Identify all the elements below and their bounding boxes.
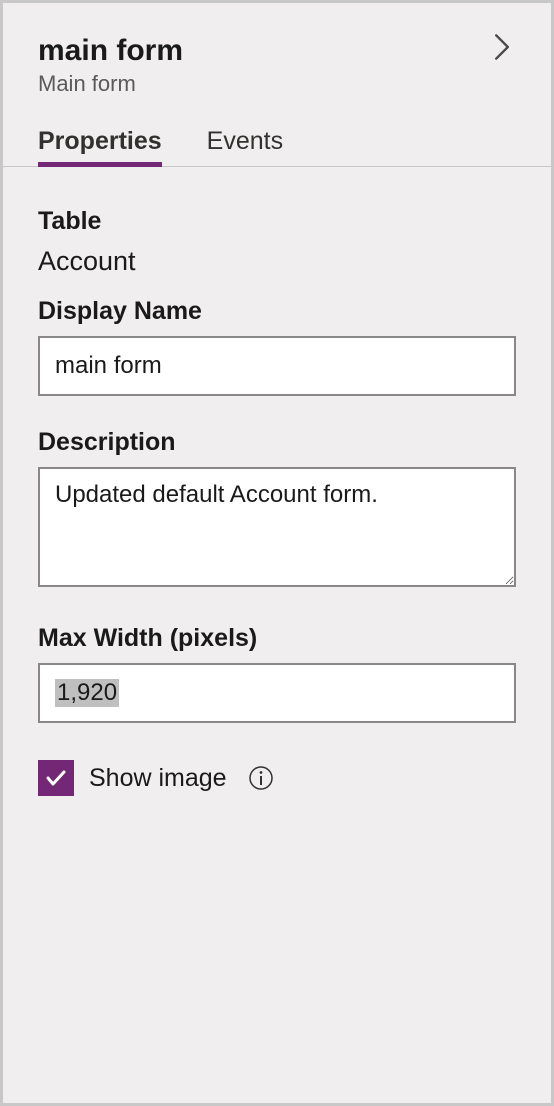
panel-header: main form Main form xyxy=(3,3,551,97)
panel-content: Table Account Display Name Description M… xyxy=(3,167,551,831)
tab-properties[interactable]: Properties xyxy=(38,127,162,166)
info-icon[interactable] xyxy=(247,764,275,792)
form-subtitle: Main form xyxy=(38,71,516,97)
tab-events[interactable]: Events xyxy=(207,127,283,166)
description-input[interactable] xyxy=(38,467,516,587)
table-field-group: Table Account xyxy=(38,207,516,277)
table-label: Table xyxy=(38,207,516,236)
display-name-field-group: Display Name xyxy=(38,297,516,396)
properties-panel: main form Main form Properties Events Ta… xyxy=(0,0,554,1106)
max-width-input[interactable]: 1,920 xyxy=(38,663,516,723)
max-width-value: 1,920 xyxy=(55,679,119,707)
form-title: main form xyxy=(38,33,516,69)
show-image-checkbox[interactable] xyxy=(38,760,74,796)
max-width-field-group: Max Width (pixels) 1,920 xyxy=(38,624,516,723)
display-name-input[interactable] xyxy=(38,336,516,396)
checkmark-icon xyxy=(44,766,68,790)
display-name-label: Display Name xyxy=(38,297,516,326)
show-image-label: Show image xyxy=(89,764,227,793)
table-value: Account xyxy=(38,246,516,277)
description-field-group: Description xyxy=(38,428,516,592)
description-label: Description xyxy=(38,428,516,457)
tab-bar: Properties Events xyxy=(3,97,551,167)
max-width-label: Max Width (pixels) xyxy=(38,624,516,653)
show-image-row: Show image xyxy=(38,760,516,796)
chevron-right-icon[interactable] xyxy=(488,33,516,61)
